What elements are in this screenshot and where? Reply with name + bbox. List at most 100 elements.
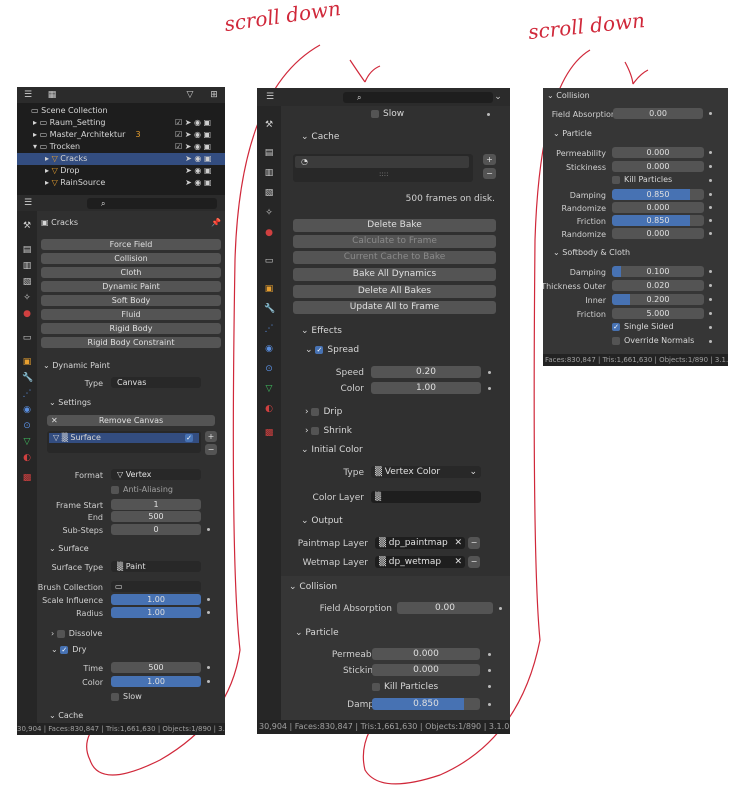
format-dropdown[interactable]: ▽ Vertex xyxy=(111,469,201,480)
substeps-field[interactable]: 0 xyxy=(111,524,201,535)
keyframe-dot[interactable] xyxy=(207,598,210,601)
tool-tab-icon[interactable]: ⚒ xyxy=(22,221,32,231)
cache-subpanel-header[interactable]: ⌄ Cache xyxy=(49,711,83,720)
particle-subpanel-header[interactable]: ⌄ Particle xyxy=(295,628,339,638)
scale-influence-slider[interactable]: 1.00 xyxy=(111,594,201,605)
render-tab-icon[interactable]: ▤ xyxy=(22,245,32,255)
list-resize-handle[interactable]: :::: xyxy=(379,170,388,178)
remove-cache-button[interactable]: − xyxy=(483,168,496,179)
clear-icon[interactable]: ✕ xyxy=(454,556,462,568)
type-dropdown[interactable]: Canvas xyxy=(111,377,201,388)
object-tab-icon[interactable]: ▣ xyxy=(264,284,274,294)
remove-paintmap-button[interactable]: − xyxy=(468,537,480,549)
dynamic-paint-button[interactable]: Dynamic Paint xyxy=(41,281,221,292)
new-collection-icon[interactable]: ⊞ xyxy=(209,90,219,100)
keyframe-dot[interactable] xyxy=(488,685,491,688)
shrink-subpanel-header[interactable]: › Shrink xyxy=(305,426,352,436)
editor-type-icon[interactable]: ☰ xyxy=(265,92,275,102)
keyframe-dot[interactable] xyxy=(207,528,210,531)
stickiness-field[interactable]: 0.000 xyxy=(612,161,704,172)
permeability-field[interactable]: 0.000 xyxy=(372,648,480,660)
keyframe-dot[interactable] xyxy=(499,607,502,610)
surface-list-item[interactable]: ▽ ▒ Surface ✓ xyxy=(49,433,199,443)
particle-subpanel-header[interactable]: ⌄ Particle xyxy=(553,129,592,138)
keyframe-dot[interactable] xyxy=(709,232,712,235)
effects-subpanel-header[interactable]: ⌄ Effects xyxy=(301,326,342,336)
cache-list-item[interactable]: ◔ xyxy=(295,156,469,168)
field-absorption-field[interactable]: 0.00 xyxy=(613,108,703,119)
settings-subpanel-header[interactable]: ⌄ Settings xyxy=(49,398,91,407)
slider-field[interactable]: 5.000 xyxy=(612,308,704,319)
delete-all-bakes-button[interactable]: Delete All Bakes xyxy=(293,285,496,298)
dry-subpanel-header[interactable]: ⌄ ✓ Dry xyxy=(51,645,86,654)
speed-field[interactable]: 0.20 xyxy=(371,366,481,378)
spread-subpanel-header[interactable]: ⌄ ✓ Spread xyxy=(305,345,359,355)
calculate-to-frame-button[interactable]: Calculate to Frame xyxy=(293,235,496,248)
keyframe-dot[interactable] xyxy=(709,219,712,222)
softbody-cloth-subpanel-header[interactable]: ⌄ Softbody & Cloth xyxy=(553,248,630,257)
collision-button[interactable]: Collision xyxy=(41,253,221,264)
cloth-button[interactable]: Cloth xyxy=(41,267,221,278)
brush-collection-field[interactable]: ▭ xyxy=(111,581,201,592)
force-field-button[interactable]: Force Field xyxy=(41,239,221,250)
single-sided-checkbox[interactable]: ✓ Single Sided xyxy=(612,322,674,332)
slider-field[interactable]: 0.100 xyxy=(612,266,704,277)
keyframe-dot[interactable] xyxy=(709,112,712,115)
remove-canvas-button[interactable]: ✕ Remove Canvas xyxy=(47,415,215,426)
surface-subpanel-header[interactable]: ⌄ Surface xyxy=(49,544,89,553)
keyframe-dot[interactable] xyxy=(709,179,712,182)
slider-field[interactable]: 0.020 xyxy=(612,280,704,291)
visibility-icons[interactable]: ☑ ➤ ◉ ▣ ☑ ➤ ◉ ▣ ☑ ➤ ◉ ▣ ➤ ◉ ▣ ➤ ◉ ▣ ➤ ◉ ▣ xyxy=(175,117,221,189)
material-tab-icon[interactable]: ◐ xyxy=(264,404,274,414)
initial-color-type-dropdown[interactable]: ▒ Vertex Color ⌄ xyxy=(371,466,481,478)
remove-wetmap-button[interactable]: − xyxy=(468,556,480,568)
scene-tab-icon[interactable]: ✧ xyxy=(22,293,32,303)
keyframe-dot[interactable] xyxy=(709,312,712,315)
cache-subpanel-header[interactable]: ⌄ Cache xyxy=(301,132,339,142)
material-tab-icon[interactable]: ◐ xyxy=(22,453,32,463)
outliner-row[interactable]: ▭ Scene Collection xyxy=(17,105,225,117)
slow-checkbox[interactable]: Slow xyxy=(371,109,404,119)
add-cache-button[interactable]: + xyxy=(483,154,496,165)
keyframe-dot[interactable] xyxy=(487,113,490,116)
dissolve-subpanel-header[interactable]: › Dissolve xyxy=(51,629,102,638)
clear-icon[interactable]: ✕ xyxy=(454,537,462,549)
options-dropdown-icon[interactable]: ⌄ xyxy=(493,92,503,102)
soft-body-button[interactable]: Soft Body xyxy=(41,295,221,306)
dynamic-paint-panel-header[interactable]: ⌄ Dynamic Paint xyxy=(43,361,110,370)
slider-field[interactable]: 0.000 xyxy=(612,202,704,213)
output-subpanel-header[interactable]: ⌄ Output xyxy=(301,516,343,526)
collection-tab-icon[interactable]: ▭ xyxy=(264,256,274,266)
tool-tab-icon[interactable]: ⚒ xyxy=(264,120,274,130)
surface-type-dropdown[interactable]: ▒ Paint xyxy=(111,561,201,572)
texture-tab-icon[interactable]: ▩ xyxy=(264,428,274,438)
slider-field[interactable]: 0.000 xyxy=(612,228,704,239)
texture-tab-icon[interactable]: ▩ xyxy=(22,473,32,483)
permeability-field[interactable]: 0.000 xyxy=(612,147,704,158)
rigid-body-button[interactable]: Rigid Body xyxy=(41,323,221,334)
add-surface-button[interactable]: + xyxy=(205,431,217,442)
keyframe-dot[interactable] xyxy=(709,193,712,196)
keyframe-dot[interactable] xyxy=(488,703,491,706)
world-tab-icon[interactable]: ● xyxy=(22,309,32,319)
object-tab-icon[interactable]: ▣ xyxy=(22,357,32,367)
keyframe-dot[interactable] xyxy=(709,326,712,329)
particles-tab-icon[interactable]: ⋰ xyxy=(22,389,32,399)
modifier-tab-icon[interactable]: 🔧 xyxy=(22,373,33,383)
keyframe-dot[interactable] xyxy=(709,270,712,273)
initial-color-subpanel-header[interactable]: ⌄ Initial Color xyxy=(301,445,363,455)
end-field[interactable]: 500 xyxy=(111,511,201,522)
frame-start-field[interactable]: 1 xyxy=(111,499,201,510)
paintmap-layer-field[interactable]: ▒ dp_paintmap ✕ xyxy=(375,537,465,549)
keyframe-dot[interactable] xyxy=(207,666,210,669)
drip-subpanel-header[interactable]: › Drip xyxy=(305,407,342,417)
properties-search-input[interactable]: ⌕ xyxy=(87,198,217,209)
keyframe-dot[interactable] xyxy=(488,653,491,656)
data-tab-icon[interactable]: ▽ xyxy=(264,384,274,394)
remove-surface-button[interactable]: − xyxy=(205,444,217,455)
spread-color-field[interactable]: 1.00 xyxy=(371,382,481,394)
current-cache-to-bake-button[interactable]: Current Cache to Bake xyxy=(293,251,496,264)
surface-enabled-checkbox[interactable]: ✓ xyxy=(185,434,193,442)
kill-particles-checkbox[interactable]: Kill Particles xyxy=(372,682,438,692)
time-field[interactable]: 500 xyxy=(111,662,201,673)
